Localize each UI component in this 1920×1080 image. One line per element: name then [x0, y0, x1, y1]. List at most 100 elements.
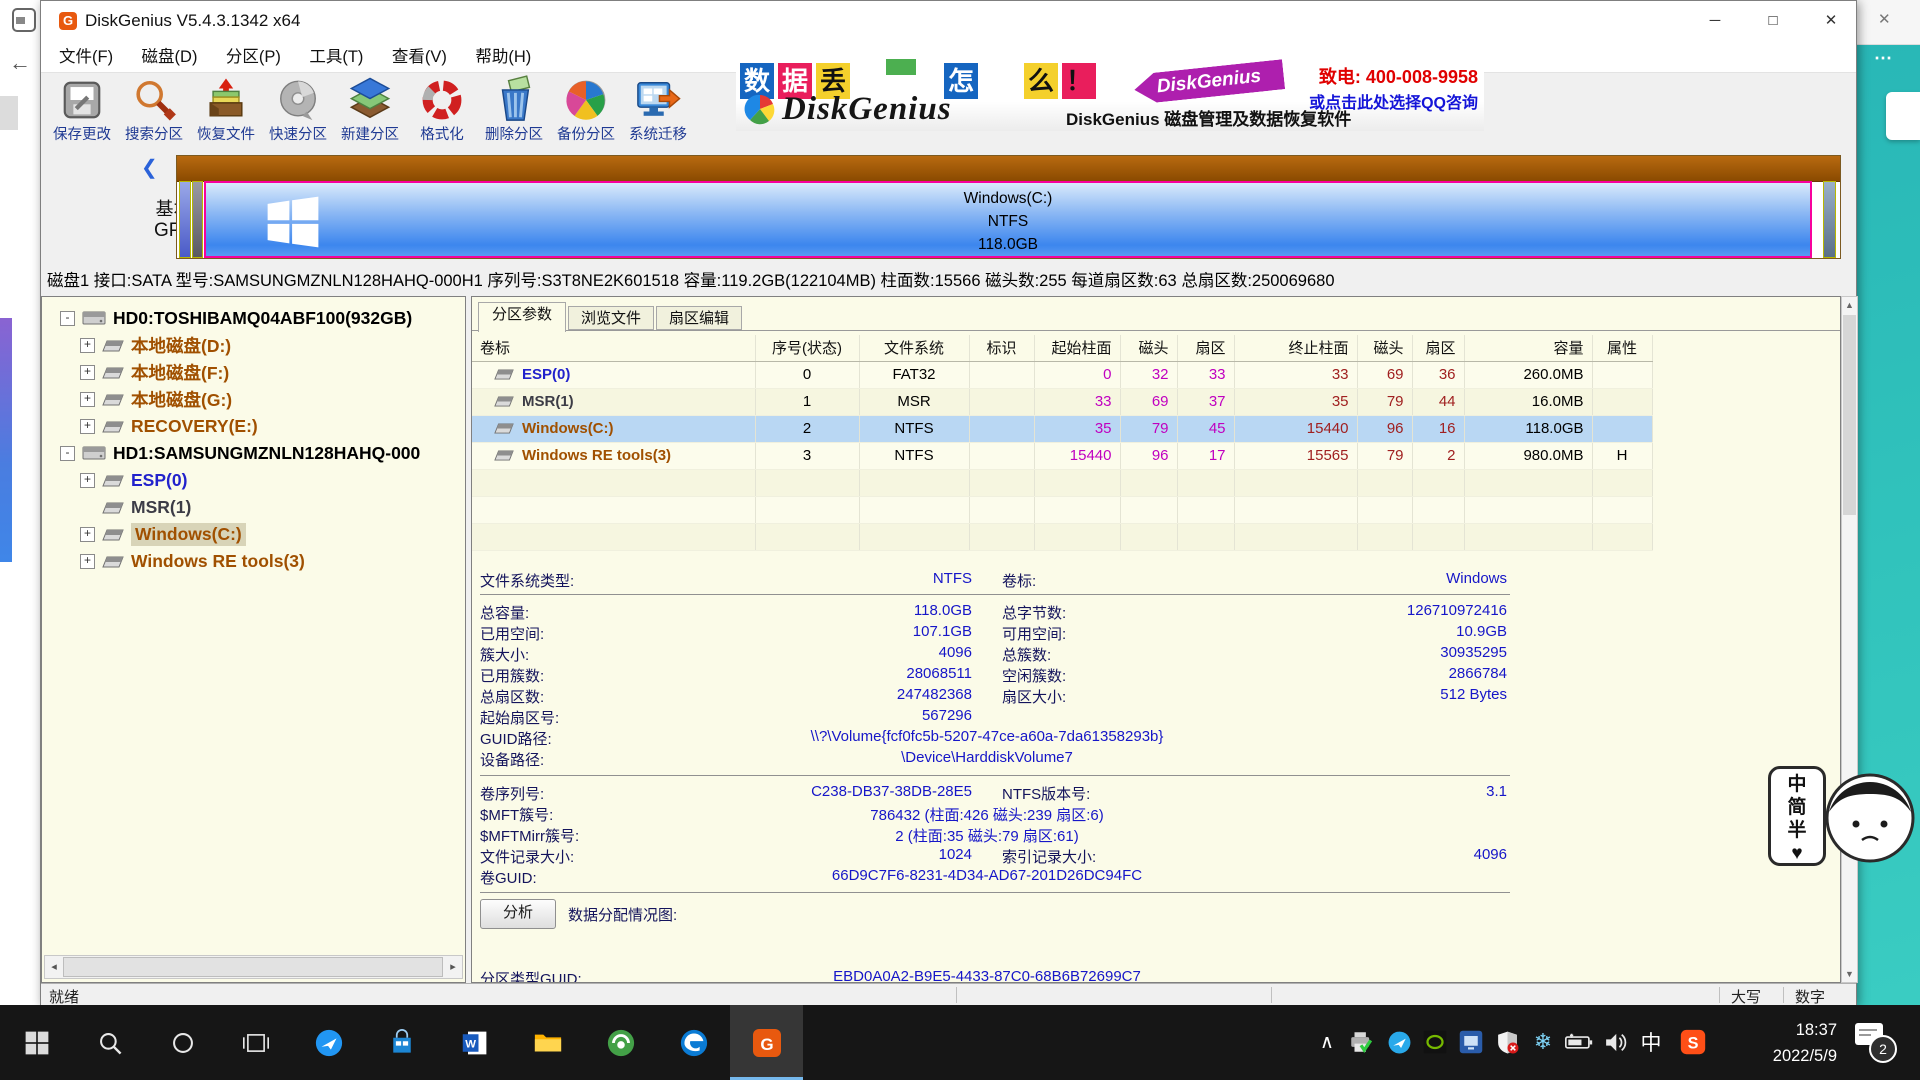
scroll-down-icon[interactable]: ▼ — [1842, 966, 1857, 982]
backup-partition-button[interactable]: 备份分区 — [551, 75, 621, 151]
tab-browse-files[interactable]: 浏览文件 — [568, 306, 654, 330]
partition-icon — [102, 529, 124, 541]
prev-disk-arrow-icon[interactable]: ❮ — [141, 157, 158, 179]
table-row-windows-c-selected[interactable]: Windows(C:) 2 NTFS 35 79 45 15440 96 16 … — [472, 415, 1652, 442]
tree-item-local-g[interactable]: + 本地磁盘(G:) — [80, 386, 232, 413]
tree-item-windows-re[interactable]: + Windows RE tools(3) — [80, 548, 305, 575]
tree-item-windows-c[interactable]: + Windows(C:) — [80, 521, 246, 548]
expand-plus-icon[interactable]: + — [80, 419, 95, 434]
menu-help[interactable]: 帮助(H) — [475, 41, 531, 73]
tree-item-recovery-e[interactable]: + RECOVERY(E:) — [80, 413, 258, 440]
floating-ime-widget[interactable]: 中 简 半 ♥ — [1768, 756, 1920, 868]
menu-tools[interactable]: 工具(T) — [309, 41, 363, 73]
ad-tile: ！ — [1062, 63, 1096, 99]
tray-snowflake-icon[interactable]: ❄ — [1528, 1027, 1558, 1057]
tree-item-local-f[interactable]: + 本地磁盘(F:) — [80, 359, 229, 386]
scrollbar-thumb[interactable] — [63, 957, 443, 977]
tray-battery-icon[interactable] — [1564, 1027, 1594, 1057]
taskbar-app-diskgenius-active[interactable]: G — [730, 1005, 803, 1080]
right-panel-scrollbar[interactable]: ▲ ▼ — [1841, 296, 1858, 983]
scroll-up-icon[interactable]: ▲ — [1842, 297, 1857, 313]
taskbar-clock[interactable]: 18:37 2022/5/9 — [1725, 1017, 1837, 1069]
expand-minus-icon[interactable]: - — [60, 311, 75, 326]
table-row-esp[interactable]: ESP(0) 0 FAT32 0 32 33 33 69 36 260.0MB — [472, 361, 1652, 388]
menu-view[interactable]: 查看(V) — [392, 41, 447, 73]
partition-strip-msr[interactable] — [192, 181, 203, 258]
detail-row: 已用簇数:28068511 空闲簇数:2866784 — [472, 665, 1572, 686]
format-button[interactable]: 格式化 — [407, 75, 477, 151]
table-row-windows-re[interactable]: Windows RE tools(3) 3 NTFS 15440 96 17 1… — [472, 442, 1652, 469]
taskbar-app-store[interactable] — [365, 1005, 438, 1080]
detail-row: 簇大小:4096 总簇数:30935295 — [472, 644, 1572, 665]
system-migration-button[interactable]: 系统迁移 — [623, 75, 693, 151]
tree-item-hd0[interactable]: - HD0:TOSHIBAMQ04ABF100(932GB) — [60, 305, 412, 332]
tree-horizontal-scrollbar[interactable]: ◂ ▸ — [44, 955, 463, 979]
taskbar-app-browser-360[interactable] — [584, 1005, 657, 1080]
tab-sector-edit[interactable]: 扇区编辑 — [656, 306, 742, 330]
quick-partition-button[interactable]: 快速分区 — [263, 75, 333, 151]
tree-item-local-d[interactable]: + 本地磁盘(D:) — [80, 332, 231, 359]
tree-item-esp[interactable]: + ESP(0) — [80, 467, 187, 494]
background-close-icon[interactable]: ✕ — [1878, 10, 1891, 28]
tray-volume-icon[interactable] — [1600, 1027, 1630, 1057]
taskbar-app-edge[interactable] — [657, 1005, 730, 1080]
taskbar-search-button[interactable] — [73, 1005, 146, 1080]
partition-strip-re-tools[interactable] — [1823, 181, 1836, 258]
tray-defender-icon[interactable] — [1492, 1027, 1522, 1057]
ime-status-box[interactable]: 中 简 半 ♥ — [1768, 766, 1826, 866]
tray-sogou-icon[interactable]: S — [1678, 1027, 1708, 1057]
toolbar: 保存更改 搜索分区 恢复文件 快速分区 新建分区 格式化 — [41, 73, 1856, 153]
scrollbar-thumb[interactable] — [1843, 315, 1856, 515]
more-dots-icon[interactable]: ⋯ — [1874, 48, 1892, 69]
partition-label: Windows(C:) NTFS 118.0GB — [206, 187, 1810, 256]
tray-bird-icon[interactable] — [1384, 1027, 1414, 1057]
menu-disk[interactable]: 磁盘(D) — [142, 41, 198, 73]
search-partition-button[interactable]: 搜索分区 — [119, 75, 189, 151]
menu-partition[interactable]: 分区(P) — [226, 41, 281, 73]
partition-block-windows-c[interactable]: Windows(C:) NTFS 118.0GB — [204, 181, 1812, 258]
partition-strip-esp[interactable] — [179, 181, 191, 258]
expand-plus-icon[interactable]: + — [80, 527, 95, 542]
analyze-button[interactable]: 分析 — [480, 899, 556, 929]
expand-plus-icon[interactable]: + — [80, 338, 95, 353]
tab-partition-params[interactable]: 分区参数 — [478, 302, 566, 332]
partition-fs: NTFS — [206, 210, 1810, 233]
tray-chevron-icon[interactable]: ∧ — [1312, 1027, 1342, 1057]
notification-center-button[interactable]: 2 — [1855, 1023, 1900, 1063]
new-partition-button[interactable]: 新建分区 — [335, 75, 405, 151]
tray-intel-graphics-icon[interactable] — [1456, 1027, 1486, 1057]
taskbar-app-word[interactable]: W — [438, 1005, 511, 1080]
disk-icon — [82, 310, 106, 327]
expand-plus-icon[interactable]: + — [80, 392, 95, 407]
delete-partition-button[interactable]: 删除分区 — [479, 75, 549, 151]
recover-files-button[interactable]: 恢复文件 — [191, 75, 261, 151]
tray-nvidia-icon[interactable] — [1420, 1027, 1450, 1057]
task-view-button[interactable] — [219, 1005, 292, 1080]
minimize-button[interactable]: ─ — [1686, 1, 1744, 41]
menu-file[interactable]: 文件(F) — [59, 41, 113, 73]
tray-printer-icon[interactable] — [1346, 1027, 1376, 1057]
table-row-msr[interactable]: MSR(1) 1 MSR 33 69 37 35 79 44 16.0MB — [472, 388, 1652, 415]
taskbar-app-messenger[interactable] — [292, 1005, 365, 1080]
disk-map-header-band[interactable] — [177, 156, 1840, 182]
maximize-button[interactable]: □ — [1744, 1, 1802, 41]
tree-item-msr[interactable]: MSR(1) — [80, 494, 191, 521]
save-changes-button[interactable]: 保存更改 — [47, 75, 117, 151]
expand-plus-icon[interactable]: + — [80, 473, 95, 488]
expand-plus-icon[interactable]: + — [80, 554, 95, 569]
tray-ime-chinese-icon[interactable]: 中 — [1636, 1027, 1666, 1057]
start-button[interactable] — [0, 1005, 73, 1080]
divider — [480, 892, 1510, 893]
back-arrow-icon[interactable]: ← — [9, 50, 31, 76]
scroll-right-icon[interactable]: ▸ — [444, 956, 462, 978]
cartoon-face[interactable] — [1824, 772, 1916, 864]
expand-minus-icon[interactable]: - — [60, 446, 75, 461]
scroll-left-icon[interactable]: ◂ — [45, 956, 63, 978]
ad-banner[interactable]: 数 据 丢 怎 么 ！ DiskGenius 致电: 400-008-9958 … — [736, 57, 1484, 131]
background-card — [1886, 92, 1920, 140]
taskbar-app-file-explorer[interactable] — [511, 1005, 584, 1080]
expand-plus-icon[interactable]: + — [80, 365, 95, 380]
cortana-button[interactable] — [146, 1005, 219, 1080]
close-button[interactable]: ✕ — [1802, 1, 1860, 41]
tree-item-hd1[interactable]: - HD1:SAMSUNGMZNLN128HAHQ-000 — [60, 440, 420, 467]
